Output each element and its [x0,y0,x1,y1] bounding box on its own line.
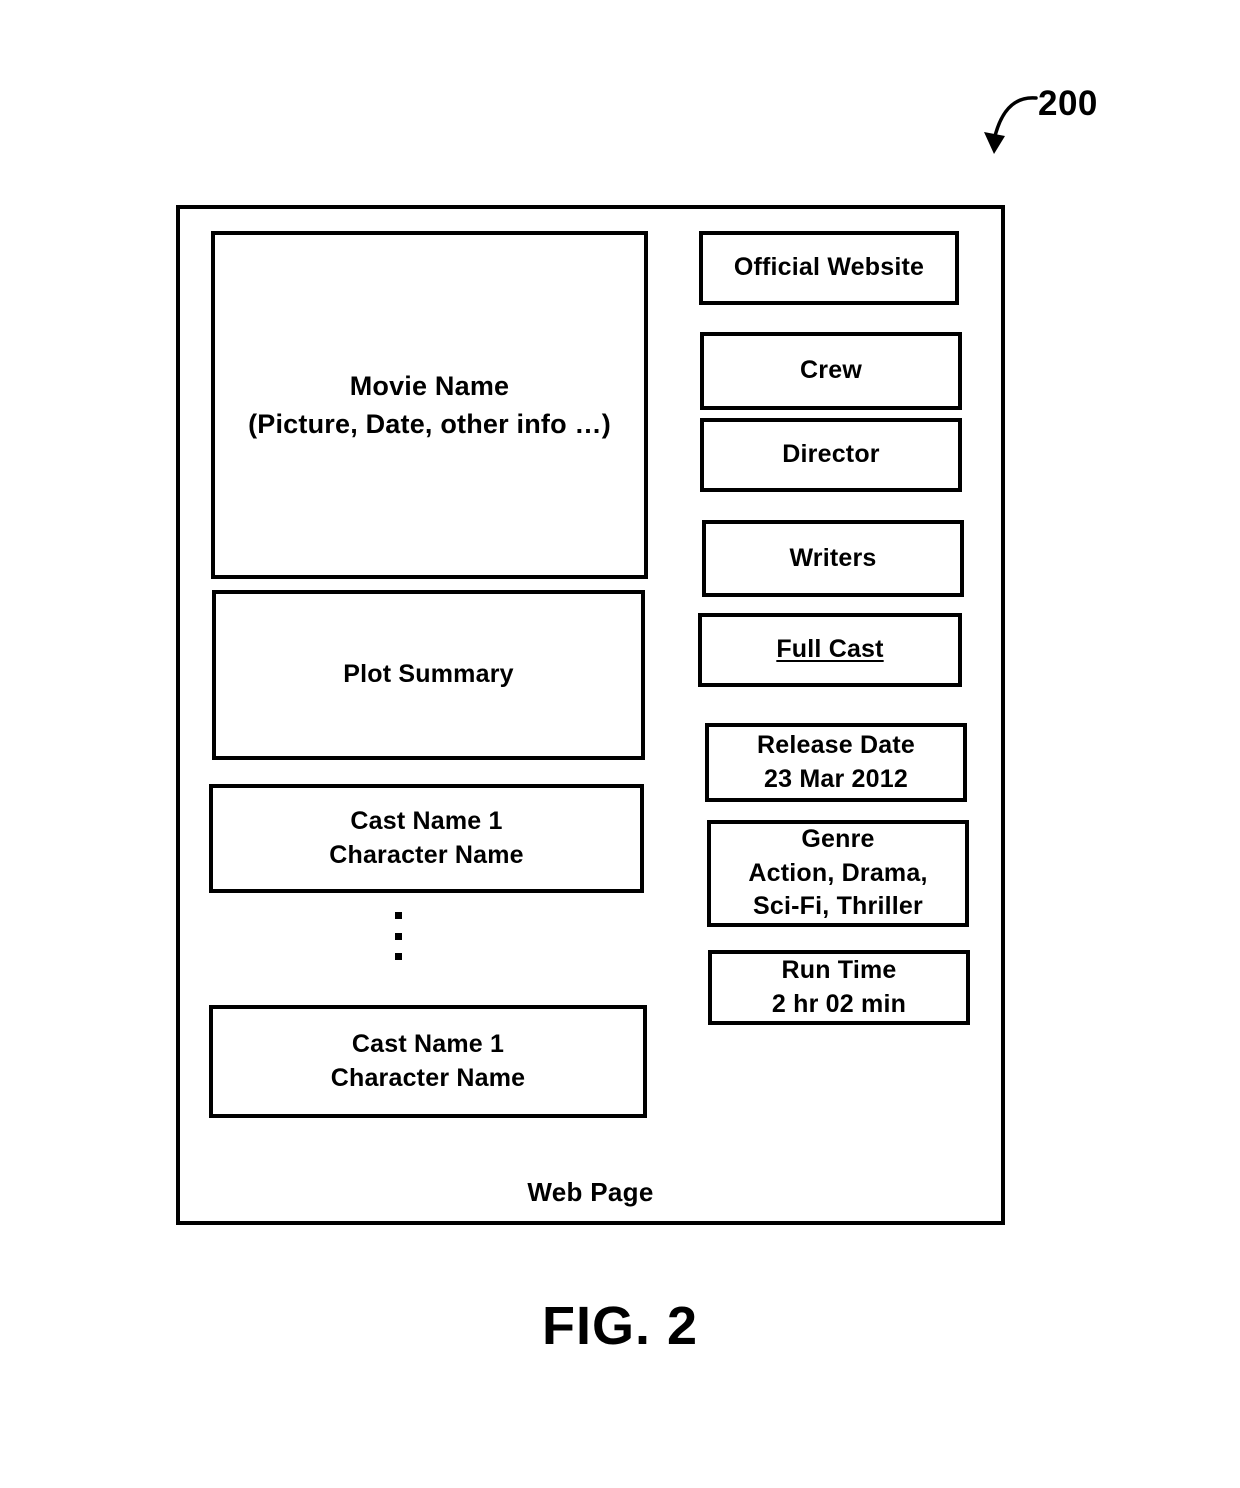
ellipsis-dot [394,912,402,919]
movie-header-text: Movie Name (Picture, Date, other info …) [248,370,611,439]
official-website-label: Official Website [733,253,925,282]
full-cast-label: Full Cast [776,635,884,664]
cast-entry-box[interactable]: Cast Name 1 Character Name [209,1005,647,1118]
writers-label: Writers [789,543,877,572]
run-time-box[interactable]: Run Time 2 hr 02 min [708,950,970,1025]
crew-link-box[interactable]: Crew [700,332,962,410]
director-label: Director [782,440,880,469]
ellipsis-dot [394,953,402,960]
official-website-link-box[interactable]: Official Website [699,231,959,305]
cast-entry-box[interactable]: Cast Name 1 Character Name [209,784,644,893]
genre-text: Genre Action, Drama, Sci-Fi, Thriller [748,824,928,921]
genre-box[interactable]: Genre Action, Drama, Sci-Fi, Thriller [707,820,969,927]
figure-caption: FIG. 2 [541,1296,699,1356]
run-time-text: Run Time 2 hr 02 min [771,955,907,1018]
web-page-frame: Movie Name (Picture, Date, other info …)… [176,205,1005,1225]
cast-entry-text: Cast Name 1 Character Name [329,806,524,869]
full-cast-link-box[interactable]: Full Cast [698,613,962,687]
crew-label: Crew [800,356,862,385]
plot-summary-text: Plot Summary [343,660,514,689]
release-date-box[interactable]: Release Date 23 Mar 2012 [705,723,967,802]
reference-numeral-label: 200 [1038,84,1098,123]
web-page-footer-label: Web Page [527,1177,654,1207]
director-link-box[interactable]: Director [700,418,962,492]
release-date-text: Release Date 23 Mar 2012 [756,730,916,793]
writers-link-box[interactable]: Writers [702,520,964,597]
figure-sheet: 200 Movie Name (Picture, Date, other inf… [0,0,1240,1488]
ellipsis-dot [394,932,402,940]
reference-numeral-group: 200 [960,70,1130,180]
vertical-ellipsis-icon [392,912,404,960]
plot-summary-box[interactable]: Plot Summary [212,590,645,760]
cast-entry-text: Cast Name 1 Character Name [330,1029,526,1092]
movie-header-box[interactable]: Movie Name (Picture, Date, other info …) [211,231,648,579]
